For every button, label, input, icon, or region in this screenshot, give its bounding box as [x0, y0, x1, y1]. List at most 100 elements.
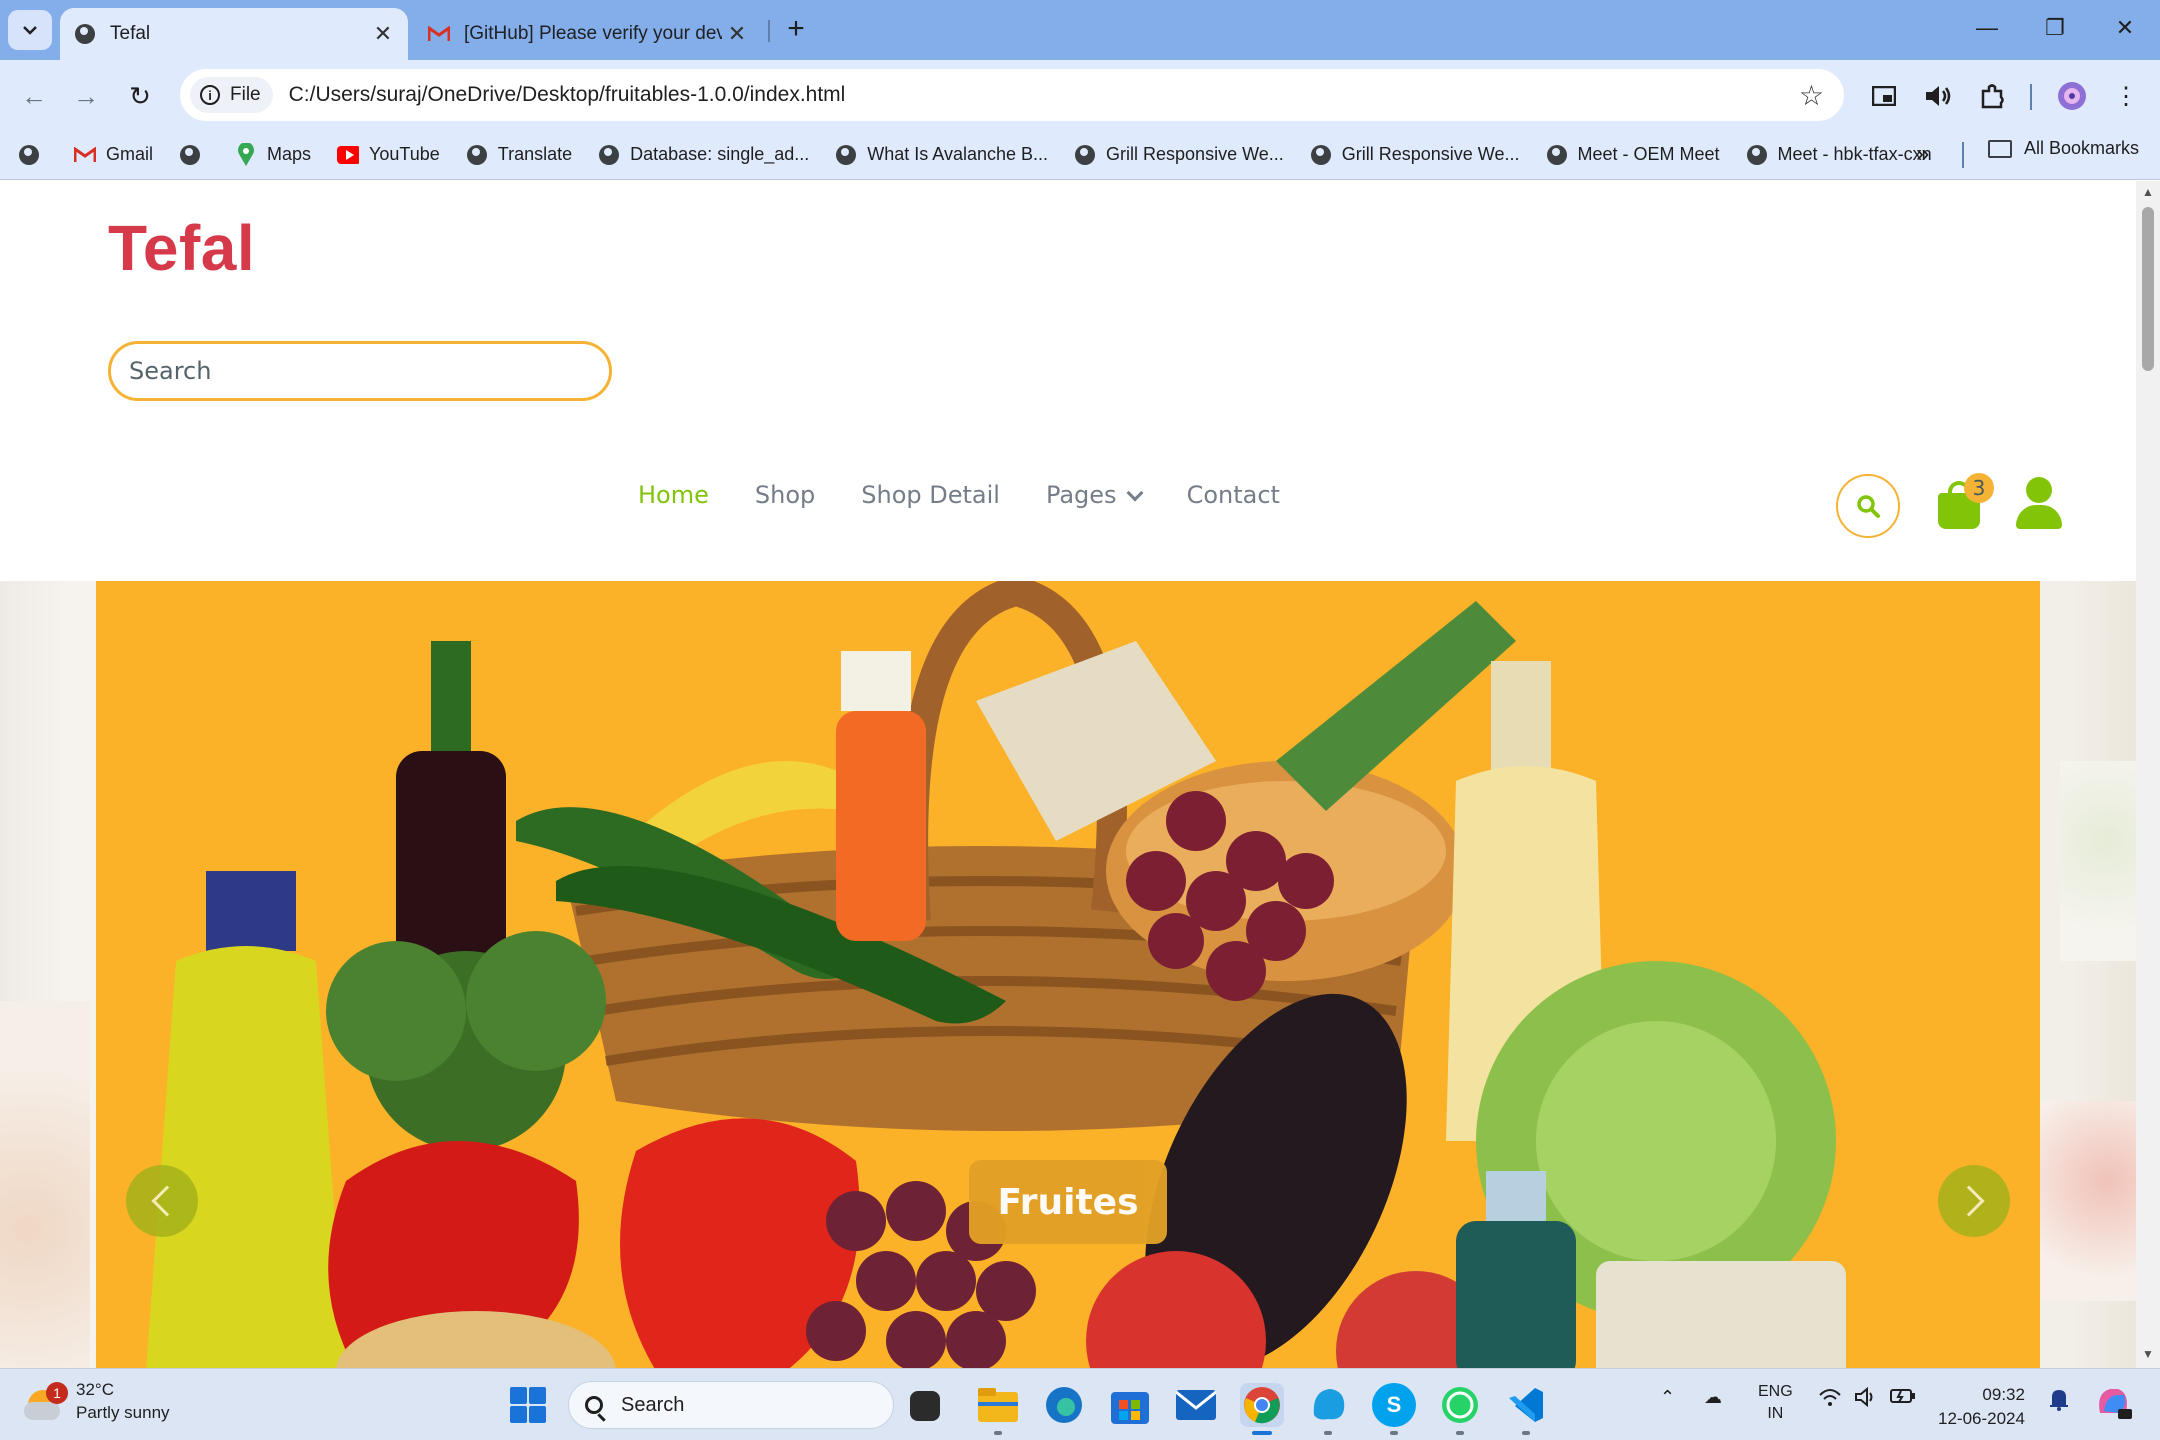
- scroll-up-icon[interactable]: ▲: [2142, 185, 2154, 199]
- arrow-left-icon: ←: [21, 80, 47, 111]
- site-logo[interactable]: Tefal: [108, 211, 255, 285]
- notification-bell-icon[interactable]: [2048, 1387, 2070, 1416]
- scroll-down-icon[interactable]: ▼: [2142, 1347, 2154, 1361]
- skype-icon[interactable]: S: [1372, 1383, 1416, 1435]
- file-explorer-icon[interactable]: [976, 1383, 1020, 1435]
- search-icon: [585, 1396, 603, 1414]
- bookmark-label: Grill Responsive We...: [1341, 144, 1520, 164]
- bookmark-meet-hbk[interactable]: Meet - hbk-tfax-cxn: [1746, 144, 1932, 166]
- nav-shop-detail[interactable]: Shop Detail: [861, 481, 1000, 509]
- bookmark-gmail[interactable]: Gmail: [74, 144, 153, 166]
- site-info-label: File: [230, 84, 261, 105]
- windows-start-button[interactable]: [510, 1387, 546, 1423]
- bookmark-item[interactable]: [179, 144, 211, 166]
- bookmark-label: Translate: [497, 144, 573, 164]
- close-icon[interactable]: ✕: [368, 19, 398, 49]
- reload-icon: ↻: [129, 80, 151, 111]
- taskbar-search[interactable]: Search: [568, 1381, 894, 1429]
- tray-overflow-icon[interactable]: ⌃: [1660, 1387, 1675, 1408]
- menu-kebab-icon[interactable]: ⋮: [2110, 80, 2142, 112]
- all-bookmarks-button[interactable]: All Bookmarks: [1988, 138, 2139, 159]
- speaker-icon[interactable]: [1922, 80, 1954, 112]
- nav-pages[interactable]: Pages: [1045, 481, 1144, 509]
- tab-github[interactable]: [GitHub] Please verify your devi ✕: [410, 8, 762, 60]
- close-window-button[interactable]: ✕: [2098, 8, 2152, 48]
- whatsapp-icon[interactable]: [1438, 1383, 1482, 1435]
- globe-icon: [1310, 144, 1332, 166]
- cart-button[interactable]: 3: [1936, 473, 1994, 531]
- globe-icon: [18, 144, 40, 166]
- system-clock[interactable]: 09:32 12-06-2024: [1938, 1383, 2025, 1431]
- globe-icon: [835, 144, 857, 166]
- weather-icon: 1: [24, 1382, 68, 1422]
- scroll-thumb[interactable]: [2142, 207, 2154, 371]
- nav-pages-label: Pages: [1045, 481, 1117, 509]
- restore-button[interactable]: ❐: [2028, 8, 2082, 48]
- nav-home[interactable]: Home: [638, 481, 709, 509]
- carousel-prev-button[interactable]: [126, 1165, 198, 1237]
- bookmark-maps[interactable]: Maps: [235, 142, 311, 166]
- bookmark-meet-oem[interactable]: Meet - OEM Meet: [1546, 144, 1720, 166]
- url-text[interactable]: C:/Users/suraj/OneDrive/Desktop/fruitabl…: [289, 83, 1799, 107]
- search-button[interactable]: [1836, 474, 1900, 538]
- picture-in-picture-icon[interactable]: [1868, 80, 1900, 112]
- bookmark-item[interactable]: [18, 144, 50, 166]
- task-view-icon[interactable]: [910, 1391, 940, 1421]
- globe-icon: [1746, 144, 1768, 166]
- bookmark-star-icon[interactable]: ☆: [1799, 79, 1824, 112]
- edge-icon[interactable]: [1042, 1383, 1086, 1427]
- copilot-app-icon[interactable]: [1306, 1383, 1350, 1435]
- volume-icon[interactable]: [1854, 1386, 1878, 1412]
- search-input[interactable]: [129, 357, 609, 385]
- tab-search-button[interactable]: [8, 10, 52, 50]
- copilot-icon[interactable]: [2094, 1383, 2132, 1426]
- clock-date: 12-06-2024: [1938, 1409, 2025, 1428]
- bookmark-label: Grill Responsive We...: [1106, 144, 1284, 164]
- account-button[interactable]: [2014, 477, 2062, 529]
- address-bar[interactable]: i File C:/Users/suraj/OneDrive/Desktop/f…: [180, 69, 1844, 121]
- bookmark-grill-2[interactable]: Grill Responsive We...: [1310, 144, 1520, 166]
- store-icon[interactable]: [1108, 1383, 1152, 1427]
- bookmark-database[interactable]: Database: single_ad...: [598, 144, 809, 166]
- nav-contact[interactable]: Contact: [1187, 481, 1280, 509]
- bookmark-grill-1[interactable]: Grill Responsive We...: [1074, 144, 1284, 166]
- battery-icon[interactable]: [1890, 1387, 1916, 1410]
- chrome-icon[interactable]: [1240, 1383, 1284, 1435]
- browser-toolbar: ← → ↻ i File C:/Users/suraj/OneDrive/Des…: [0, 60, 2160, 130]
- carousel-next-button[interactable]: [1938, 1165, 2010, 1237]
- language-region: IN: [1767, 1405, 1784, 1422]
- new-tab-button[interactable]: +: [778, 12, 814, 48]
- language-indicator[interactable]: ENG IN: [1758, 1381, 1793, 1425]
- forward-button[interactable]: →: [64, 74, 108, 118]
- bookmark-avalanche[interactable]: What Is Avalanche B...: [835, 144, 1048, 166]
- tab-title: [GitHub] Please verify your devi: [464, 23, 722, 44]
- bookmark-translate[interactable]: Translate: [466, 144, 572, 166]
- page-scrollbar[interactable]: ▲ ▼: [2136, 181, 2160, 1368]
- info-icon: i: [200, 85, 220, 105]
- close-icon[interactable]: ✕: [722, 19, 752, 49]
- bookmarks-separator: [1962, 142, 1964, 168]
- onedrive-icon[interactable]: ☁: [1704, 1387, 1722, 1408]
- tab-title: Tefal: [110, 23, 151, 44]
- nav-shop[interactable]: Shop: [755, 481, 815, 509]
- language-code: ENG: [1758, 1383, 1793, 1400]
- back-button[interactable]: ←: [12, 74, 56, 118]
- bookmark-label: Gmail: [106, 144, 154, 164]
- bookmark-youtube[interactable]: YouTube: [337, 144, 440, 166]
- chevron-down-icon: [1126, 484, 1144, 502]
- reload-button[interactable]: ↻: [118, 74, 162, 118]
- extensions-icon[interactable]: [1976, 80, 2008, 112]
- minimize-button[interactable]: —: [1960, 8, 2014, 48]
- globe-icon: [74, 23, 96, 45]
- site-info-chip[interactable]: i File: [190, 77, 273, 113]
- globe-icon: [598, 144, 620, 166]
- bookmark-label: YouTube: [369, 144, 440, 164]
- vscode-icon[interactable]: [1504, 1383, 1548, 1435]
- weather-widget[interactable]: 1 32°C Partly sunny: [24, 1379, 170, 1425]
- mail-icon[interactable]: [1174, 1383, 1218, 1427]
- tab-tefal[interactable]: Tefal ✕: [60, 8, 408, 60]
- bookmarks-more-button[interactable]: »: [1916, 140, 1929, 168]
- wifi-icon[interactable]: [1818, 1387, 1842, 1412]
- all-bookmarks-label: All Bookmarks: [2024, 138, 2140, 158]
- profile-avatar[interactable]: [2056, 80, 2088, 112]
